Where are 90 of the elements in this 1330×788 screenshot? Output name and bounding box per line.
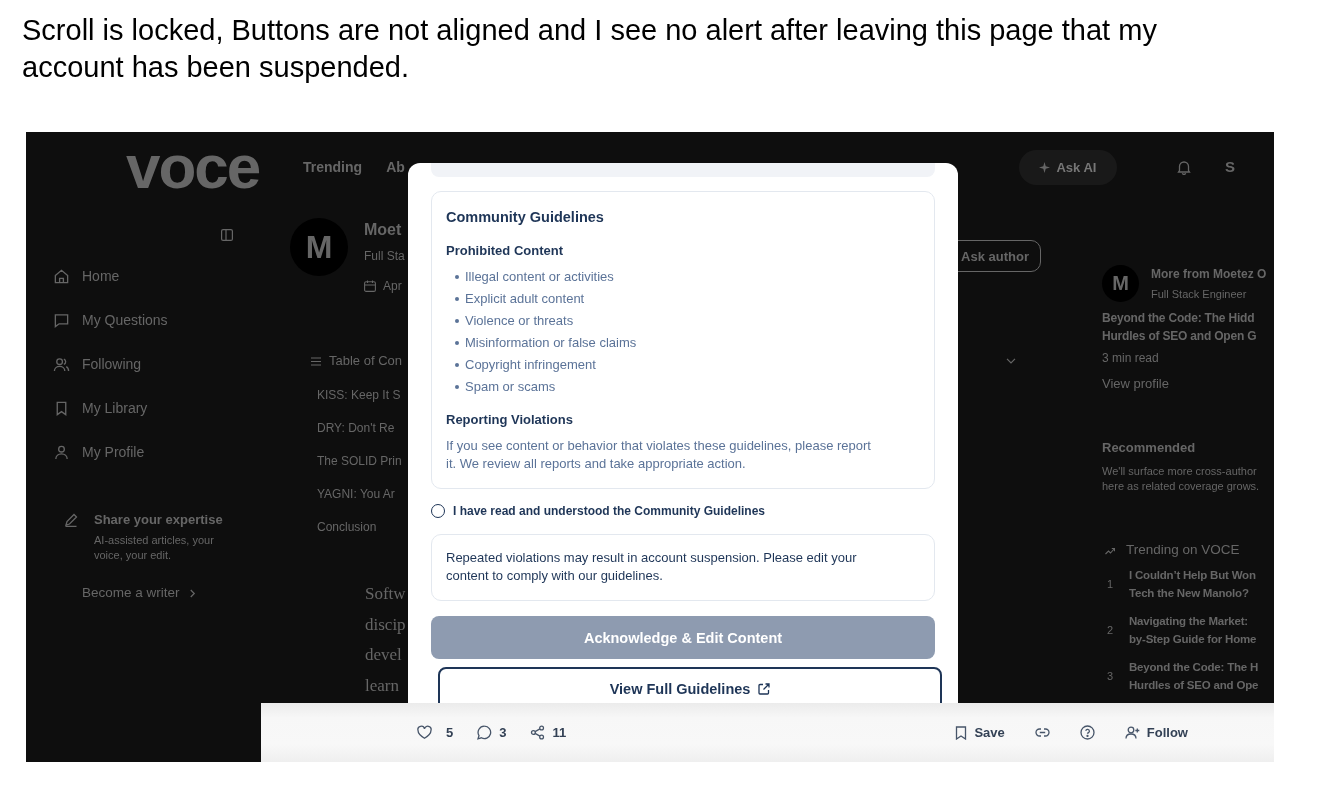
sidebar-item[interactable]: My Library: [53, 386, 148, 430]
rule-text: Illegal content or activities: [465, 268, 614, 286]
like-button[interactable]: 5: [417, 724, 454, 741]
toc-link[interactable]: The SOLID Prin: [317, 445, 402, 478]
bookmark-icon: [955, 725, 968, 740]
user-initial[interactable]: S: [1225, 158, 1235, 176]
toc-link[interactable]: KISS: Keep It S: [317, 379, 401, 412]
sidebar-item[interactable]: Following: [53, 342, 142, 386]
section-title: Recommended: [1102, 440, 1196, 456]
section-heading: Reporting Violations: [446, 411, 574, 429]
author-avatar: M: [1102, 265, 1139, 302]
bullet-icon: [455, 319, 459, 323]
article-text: discip: [365, 613, 406, 636]
ask-ai-button[interactable]: Ask AI: [1019, 149, 1117, 185]
sidebar-toggle-icon[interactable]: [221, 229, 233, 241]
rule-text: Violence or threats: [465, 312, 574, 330]
help-icon: [1079, 725, 1095, 740]
recommended-text: We'll surface more cross-author here as related coverage grows.: [1102, 464, 1260, 494]
toc-link[interactable]: Conclusion: [317, 511, 377, 544]
article-text: learn: [365, 674, 399, 697]
users-icon: [53, 355, 70, 373]
sidebar-item[interactable]: My Questions: [53, 298, 168, 342]
comment-button[interactable]: 3: [477, 724, 507, 741]
nav-link[interactable]: Ab: [386, 158, 405, 176]
bullet-icon: [455, 297, 459, 301]
article-link[interactable]: I Couldn’t Help But Won Tech the New Manolo?: [1129, 566, 1256, 602]
section-title: More from Moetez O: [1151, 265, 1267, 282]
bullet-icon: [455, 385, 459, 389]
heart-icon: [417, 725, 432, 740]
section-heading: Prohibited Content: [446, 242, 564, 260]
read-time: 3 min read: [1102, 350, 1159, 366]
author-name: Moet: [364, 220, 403, 240]
chevron-right-icon: [188, 588, 196, 598]
list-icon: [311, 356, 321, 366]
article-text: Softw: [365, 583, 406, 605]
home-icon: [53, 267, 70, 285]
view-profile-link[interactable]: View profile: [1102, 376, 1169, 392]
card-title: Community Guidelines: [446, 208, 605, 227]
author-avatar: M: [290, 218, 348, 276]
help-button[interactable]: [1079, 725, 1095, 740]
publish-date: Apr: [383, 278, 402, 294]
share-icon: [530, 725, 546, 740]
share-button[interactable]: 11: [530, 724, 567, 741]
reporting-text: If you see content or behavior that violates these guidelines, please report it. We review all reports and take appropriate action.: [446, 437, 872, 473]
chat-icon: [53, 311, 70, 329]
toc-link[interactable]: DRY: Don't Re: [317, 412, 395, 445]
rule-text: Misinformation or false claims: [465, 334, 637, 352]
rule-text: Explicit adult content: [465, 290, 585, 308]
logo[interactable]: voce: [126, 136, 266, 198]
rule-text: Copyright infringement: [465, 356, 596, 374]
sidebar-item[interactable]: Home: [53, 254, 120, 298]
external-link-icon: [758, 683, 771, 695]
trend-line-icon: [1105, 545, 1115, 555]
rule-text: Spam or scams: [465, 378, 556, 396]
toc-title: Table of Con: [329, 352, 402, 370]
toc-link[interactable]: YAGNI: You Ar: [317, 478, 395, 511]
rank-number: 2: [1107, 623, 1115, 637]
sidebar-item[interactable]: My Profile: [53, 430, 145, 474]
author-role: Full Sta: [364, 248, 405, 264]
link-icon: [1034, 728, 1050, 737]
user-plus-icon: [1124, 725, 1140, 740]
section-title: Trending on VOCE: [1126, 541, 1240, 559]
become-writer-link[interactable]: Become a writer: [82, 585, 196, 601]
article-link[interactable]: Beyond the Code: The Hidd Hurdles of SEO and Open G: [1102, 309, 1257, 345]
save-button[interactable]: Save: [955, 724, 1005, 741]
warning-notice: Repeated violations may result in account suspension. Please edit your content to comply with our guidelines.: [431, 534, 935, 601]
sparkle-icon: [1039, 161, 1051, 173]
notification-bell-icon[interactable]: [1177, 159, 1191, 175]
calendar-icon: [364, 280, 376, 292]
view-guidelines-button[interactable]: View Full Guidelines: [438, 667, 942, 703]
bullet-icon: [455, 275, 459, 279]
chevron-down-icon[interactable]: [1006, 358, 1016, 364]
copy-link-button[interactable]: [1034, 728, 1050, 737]
bullet-icon: [455, 341, 459, 345]
article-link[interactable]: Navigating the Market: by-Step Guide for Home: [1129, 612, 1257, 648]
comment-icon: [477, 725, 493, 740]
caption-text: Scroll is locked, Buttons are not aligned and I see no alert after leaving this page that my account has been suspended.: [21, 13, 1158, 85]
author-role: Full Stack Engineer: [1151, 286, 1248, 302]
nav-link[interactable]: Trending: [303, 158, 363, 176]
article-link[interactable]: Beyond the Code: The H Hurdles of SEO and Ope: [1129, 658, 1259, 694]
checkbox-label[interactable]: I have read and understood the Community Guidelines: [453, 502, 766, 520]
promo-title: Share your expertise: [94, 512, 224, 528]
bullet-icon: [455, 363, 459, 367]
article-text: devel: [365, 644, 402, 666]
rank-number: 3: [1107, 669, 1115, 683]
follow-button[interactable]: Follow: [1124, 724, 1188, 741]
user-icon: [53, 443, 70, 461]
pencil-icon: [64, 513, 78, 527]
rank-number: 1: [1107, 577, 1115, 591]
promo-text: AI-assisted articles, your voice, your edit.: [94, 533, 215, 563]
